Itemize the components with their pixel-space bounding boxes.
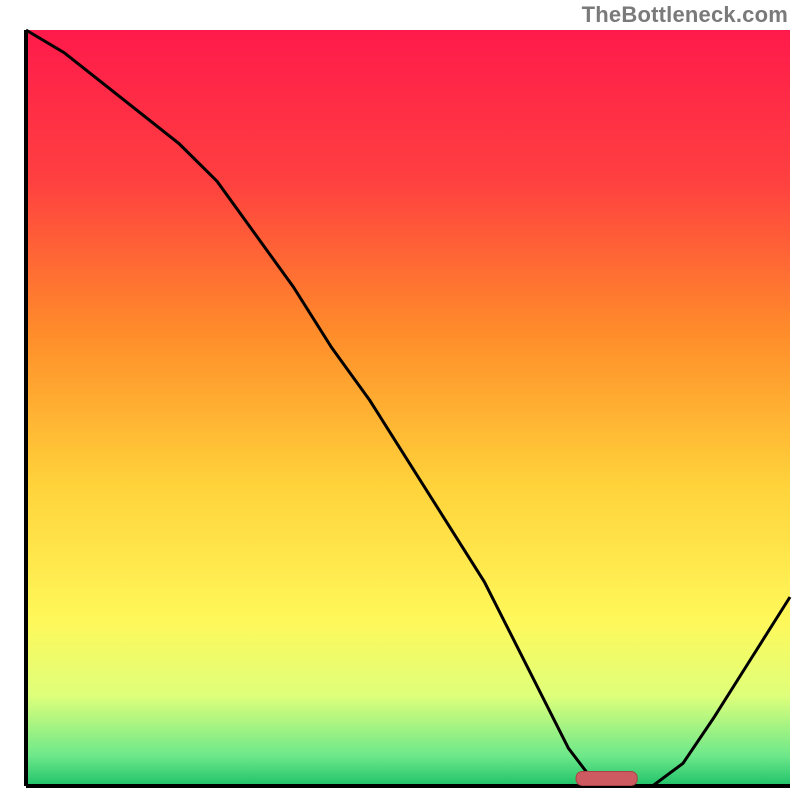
optimal-range-marker xyxy=(576,771,637,785)
plot-background xyxy=(26,30,790,786)
watermark-text: TheBottleneck.com xyxy=(582,2,788,28)
chart-container: { "watermark": "TheBottleneck.com", "cha… xyxy=(0,0,800,800)
bottleneck-chart xyxy=(0,0,800,800)
